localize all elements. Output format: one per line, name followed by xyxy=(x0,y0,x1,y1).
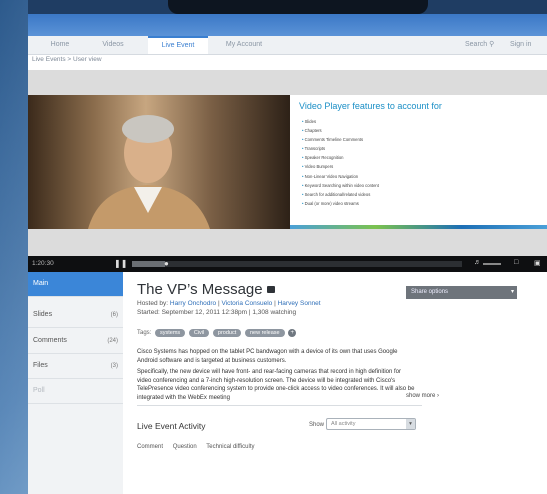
sidebar-item-slides[interactable]: Slides (6) xyxy=(28,303,123,328)
video-player[interactable]: Video Player features to account for Sli… xyxy=(28,70,547,256)
tag-chip[interactable]: new release xyxy=(244,329,285,337)
volume-slider[interactable] xyxy=(483,263,501,265)
sidebar-item-count: (24) xyxy=(107,338,118,344)
chevron-down-icon: ▾ xyxy=(406,419,415,429)
fullscreen-icon[interactable]: ▣ xyxy=(534,259,541,267)
chevron-down-icon: ▾ xyxy=(510,289,514,295)
tablet-screen: Home Videos Live Event My Account Search… xyxy=(28,0,547,494)
sidebar-item-main[interactable]: Main xyxy=(28,272,123,297)
sidebar-item-label: Slides xyxy=(33,311,53,318)
activity-filter-select[interactable]: All activity ▾ xyxy=(326,418,416,430)
hosted-prefix: Hosted by: xyxy=(137,300,169,307)
sidebar-item-count: (3) xyxy=(110,363,118,369)
sidebar-item-label: Poll xyxy=(33,387,45,394)
tab-comment[interactable]: Comment xyxy=(137,444,163,450)
pause-icon[interactable]: ❚❚ xyxy=(114,259,127,269)
header-band xyxy=(28,14,547,36)
slide-bullet: Chapters xyxy=(302,126,379,135)
slide-bullet: Comments Timeline Comments xyxy=(302,135,379,144)
event-details: The VP’s Message Hosted by: Harry Onchod… xyxy=(137,272,439,494)
sidebar-item-poll: Poll xyxy=(28,379,123,404)
lock-icon xyxy=(266,286,275,293)
search-label: Search xyxy=(465,41,488,48)
speaker-silhouette xyxy=(88,115,210,229)
breadcrumb-root[interactable]: Live Events xyxy=(32,56,66,63)
presentation-slide: Video Player features to account for Sli… xyxy=(290,95,547,229)
activity-tabs: Comment Question Technical difficulty xyxy=(137,444,263,450)
event-title: The VP’s Message xyxy=(137,281,263,298)
event-title-row: The VP’s Message xyxy=(137,281,275,298)
slide-bullet: Keyword Searching within video content xyxy=(302,181,379,190)
description-paragraph: Specifically, the new device will have f… xyxy=(137,369,415,401)
event-started: Started: September 12, 2011 12:38pm | 1,… xyxy=(137,309,297,316)
tablet-notch xyxy=(168,0,428,14)
slide-bullet: Non-Linear Video Navigation xyxy=(302,172,379,181)
slide-bullet-list: Slides Chapters Comments Timeline Commen… xyxy=(302,117,379,208)
sidebar-item-count: (6) xyxy=(110,312,118,318)
host-link[interactable]: Victoria Consuelo xyxy=(221,300,272,307)
sidebar-item-label: Files xyxy=(33,362,48,369)
slide-bullet: Search for additional/related videos xyxy=(302,190,379,199)
nav-videos[interactable]: Videos xyxy=(88,36,138,54)
activity-filter-value: All activity xyxy=(331,421,356,427)
sidebar-item-comments[interactable]: Comments (24) xyxy=(28,329,123,354)
tag-chip[interactable]: Civil xyxy=(188,329,210,337)
progress-track[interactable] xyxy=(132,261,462,267)
sidebar-item-label: Main xyxy=(33,280,49,287)
description-paragraph: Cisco Systems has hopped on the tablet P… xyxy=(137,349,398,364)
host-link[interactable]: Harvey Sonnet xyxy=(278,300,321,307)
show-filter-label: Show xyxy=(309,422,325,428)
activity-title: Live Event Activity xyxy=(137,421,206,431)
breadcrumb: Live Events > User view xyxy=(32,56,102,63)
event-sidebar: Main Slides (6) Comments (24) Files (3) … xyxy=(28,272,123,494)
add-tag-icon[interactable]: + xyxy=(288,329,297,337)
tag-list: Tags: systems Civil product new release … xyxy=(137,329,297,339)
share-options-button[interactable]: Share options ▾ xyxy=(406,286,517,299)
sidebar-item-files[interactable]: Files (3) xyxy=(28,354,123,379)
show-more-link[interactable]: show more › xyxy=(406,393,439,399)
slide-bullet: Speaker Recognition xyxy=(302,153,379,162)
search-icon: ⚲ xyxy=(489,41,495,48)
nav-my-account[interactable]: My Account xyxy=(214,36,274,54)
volume-icon[interactable]: ♬ xyxy=(474,259,481,266)
search-button[interactable]: Search ⚲ xyxy=(465,36,494,54)
hosted-by: Hosted by: Harry Onchodro | Victoria Con… xyxy=(137,300,321,307)
tag-chip[interactable]: systems xyxy=(155,329,186,337)
host-link[interactable]: Harry Onchodro xyxy=(170,300,216,307)
tab-technical-difficulty[interactable]: Technical difficulty xyxy=(206,444,254,450)
progress-fill xyxy=(132,261,165,267)
popout-icon[interactable]: □ xyxy=(514,259,518,266)
tags-label: Tags: xyxy=(137,330,152,336)
player-controls: 1:20:30 ❚❚ ● ♬ □ ▣ xyxy=(28,256,547,272)
signin-link[interactable]: Sign in xyxy=(510,36,531,54)
tag-chip[interactable]: product xyxy=(212,329,242,337)
slide-bullet: Video Bumpers xyxy=(302,162,379,171)
nav-live-event[interactable]: Live Event xyxy=(148,36,208,54)
slide-bullet: Transcripts xyxy=(302,144,379,153)
sidebar-item-label: Comments xyxy=(33,337,67,344)
main-nav: Home Videos Live Event My Account Search… xyxy=(28,36,547,55)
breadcrumb-separator: > xyxy=(67,56,72,63)
share-options-label: Share options xyxy=(411,289,449,295)
tab-question[interactable]: Question xyxy=(173,444,197,450)
speaker-video-frame xyxy=(28,95,290,229)
slide-bullet: Dual (or more) video streams xyxy=(302,199,379,208)
breadcrumb-current: User view xyxy=(73,56,102,63)
scrubber-handle-icon[interactable]: ● xyxy=(164,259,169,268)
slide-bullet: Slides xyxy=(302,117,379,126)
slide-title: Video Player features to account for xyxy=(299,101,442,111)
nav-home[interactable]: Home xyxy=(36,36,84,54)
playback-time: 1:20:30 xyxy=(32,260,54,267)
slide-footer-bar xyxy=(290,225,547,229)
section-divider xyxy=(137,405,422,406)
